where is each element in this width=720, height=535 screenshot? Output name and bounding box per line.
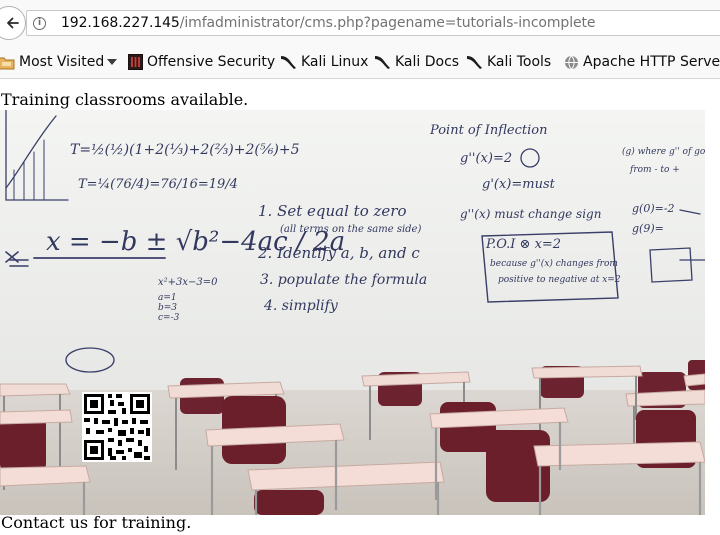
inflection-line: g'(x)=must: [482, 177, 556, 192]
back-arrow-icon: [7, 17, 19, 29]
bookmark-kali-docs[interactable]: Kali Docs: [374, 52, 459, 72]
url-host: 192.168.227.145: [61, 15, 180, 31]
bookmark-apache[interactable]: Apache HTTP Server T: [564, 52, 720, 72]
right-line: from - to +: [629, 165, 680, 175]
back-button[interactable]: [0, 6, 26, 40]
bookmark-label: Offensive Security: [147, 54, 276, 70]
coeff-text: b=3: [158, 303, 177, 313]
bookmark-label: Kali Docs: [395, 54, 460, 70]
offsec-icon: [128, 54, 143, 70]
inflection-line: P.O.I ⊗ x=2: [485, 237, 561, 252]
kali-dragon-icon: [281, 56, 296, 69]
qr-code: [82, 392, 152, 462]
kali-dragon-icon: [467, 56, 482, 69]
inflection-line: because g''(x) changes from: [490, 258, 618, 269]
address-bar-row: i 192.168.227.145/imfadministrator/cms.p…: [0, 0, 720, 44]
right-line: (g) where g'' of goes: [622, 146, 705, 157]
kali-dragon-icon: [375, 56, 390, 69]
inflection-line: g''(x)=2: [460, 151, 512, 166]
step-text: (all terms on the same side): [280, 224, 421, 235]
formula-text: T=½(½)(1+2(⅓)+2(⅔)+2(⅚)+5: [70, 142, 300, 158]
bookmark-kali-linux[interactable]: Kali Linux: [280, 52, 368, 72]
url-field[interactable]: i 192.168.227.145/imfadministrator/cms.p…: [26, 10, 720, 36]
inflection-title: Point of Inflection: [429, 123, 547, 138]
url-text: 192.168.227.145/imfadministrator/cms.php…: [61, 15, 596, 31]
folder-icon: [0, 57, 15, 69]
outro-text: Contact us for training.: [1, 513, 192, 532]
chevron-down-icon: [107, 59, 118, 65]
site-info-icon[interactable]: i: [33, 16, 46, 30]
bookmark-label: Apache HTTP Server T: [583, 54, 720, 70]
step-text: 2. Identify a, b, and c: [257, 244, 420, 262]
bookmark-label: Kali Linux: [301, 54, 369, 70]
intro-text: Training classrooms available.: [1, 90, 249, 109]
coeff-text: a=1: [158, 293, 177, 303]
classroom-photo: T=½(½)(1+2(⅓)+2(⅔)+2(⅚)+5 T=¼(76/4)=76/1…: [0, 110, 705, 515]
bookmark-label: Kali Tools: [487, 54, 552, 70]
inflection-line: g''(x) must change sign: [460, 207, 601, 221]
bookmark-label: Most Visited: [19, 54, 105, 70]
right-line: g(9)=: [632, 222, 664, 235]
step-text: 1. Set equal to zero: [258, 202, 406, 220]
right-line: g(0)=-2: [632, 202, 675, 215]
step-text: 3. populate the formula: [260, 272, 427, 288]
coeff-text: c=-3: [158, 313, 180, 323]
classroom-illustration: T=½(½)(1+2(⅓)+2(⅔)+2(⅚)+5 T=¼(76/4)=76/1…: [0, 110, 705, 515]
bookmark-most-visited[interactable]: Most Visited: [0, 52, 121, 72]
bookmark-offensive-security[interactable]: Offensive Security: [128, 52, 275, 72]
page-content: Training classrooms available. T=½(½)(1+…: [0, 80, 720, 535]
bookmark-kali-tools[interactable]: Kali Tools: [466, 52, 551, 72]
url-path: /imfadministrator/cms.php?pagename=tutor…: [179, 15, 596, 31]
bookmarks-toolbar: Most Visited Offensive Security Kali Lin…: [0, 44, 720, 79]
step-text: 4. simplify: [263, 298, 339, 314]
formula-text: T=¼(76/4)=76/16=19/4: [78, 177, 238, 192]
inflection-line: positive to negative at x=2: [498, 275, 621, 285]
globe-icon: [565, 55, 578, 69]
formula-text: x²+3x−3=0: [158, 277, 218, 288]
